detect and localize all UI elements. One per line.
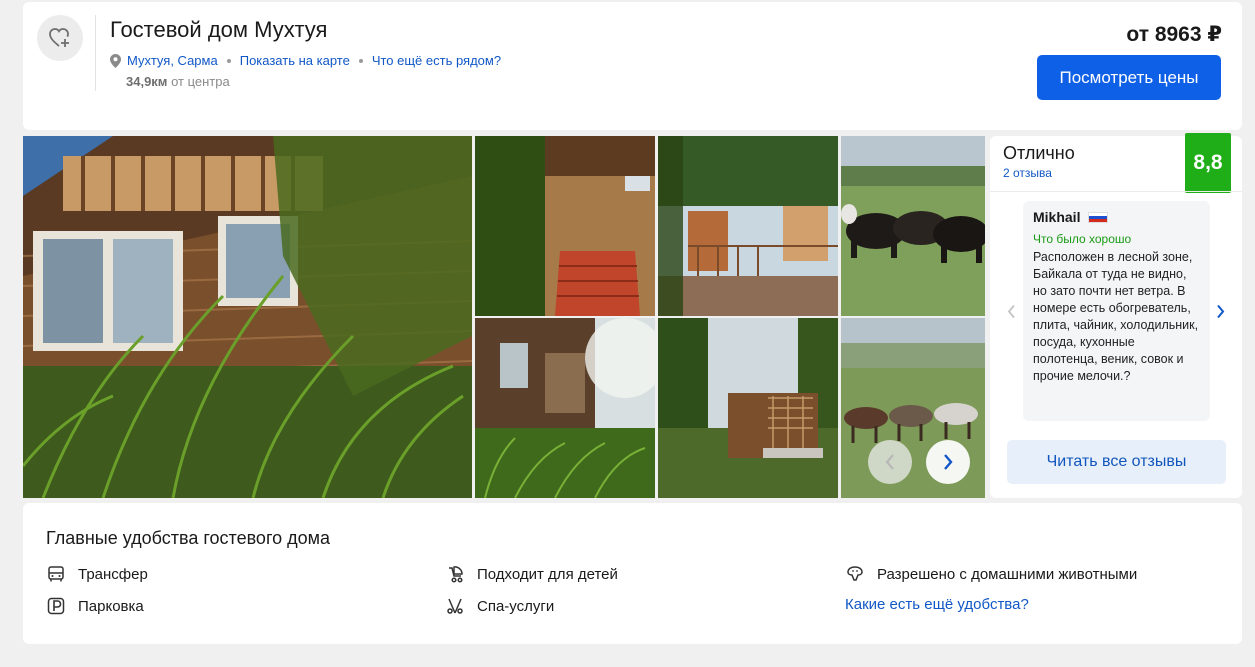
- chevron-right-icon: [944, 454, 953, 470]
- amenity-parking: Парковка: [46, 596, 144, 616]
- heart-plus-icon: [49, 28, 69, 47]
- reviews-count-link[interactable]: 2 отзыва: [1003, 166, 1052, 180]
- gallery-photo[interactable]: [475, 318, 655, 498]
- review-good-label: Что было хорошо: [1033, 232, 1132, 246]
- amenity-kids: Подходит для детей: [445, 564, 618, 584]
- price: от 8963 ₽: [1126, 22, 1222, 47]
- russia-flag-icon: [1088, 212, 1109, 223]
- review-author-row: Mikhail: [1033, 209, 1200, 226]
- rating-score-badge: 8,8: [1185, 133, 1231, 193]
- chevron-left-icon: [1007, 304, 1015, 318]
- gallery-prev-button[interactable]: [868, 440, 912, 484]
- hotel-title: Гостевой дом Мухтуя: [110, 17, 328, 42]
- amenities-title: Главные удобства гостевого дома: [46, 528, 331, 548]
- amenity-label: Парковка: [78, 597, 144, 615]
- rating-divider: [990, 191, 1242, 192]
- chevron-right-icon: [1216, 304, 1224, 318]
- price-prefix: от: [1126, 23, 1149, 46]
- more-amenities-link[interactable]: Какие есть ещё удобства?: [845, 596, 1029, 613]
- distance-from-center: 34,9км от центра: [126, 74, 230, 89]
- read-all-reviews-button[interactable]: Читать все отзывы: [1007, 440, 1226, 484]
- review-author: Mikhail: [1033, 209, 1081, 225]
- favorite-button[interactable]: [37, 15, 83, 61]
- header-divider: [95, 15, 96, 91]
- review-text: Расположен в лесной зоне, Байкала от туд…: [1033, 250, 1199, 383]
- bus-icon: [48, 566, 64, 582]
- review-next-button[interactable]: [1212, 299, 1228, 323]
- amenity-label: Разрешено с домашними животными: [877, 565, 1138, 583]
- amenity-label: Подходит для детей: [477, 565, 618, 583]
- separator-dot: [358, 58, 363, 63]
- gallery-next-button[interactable]: [926, 440, 970, 484]
- gallery-photo-main[interactable]: [23, 136, 472, 498]
- amenity-label: Спа-услуги: [477, 597, 555, 615]
- location-link[interactable]: Мухтуя, Сарма: [127, 53, 218, 68]
- gallery-photo[interactable]: [841, 136, 985, 316]
- hotel-header: Гостевой дом Мухтуя Мухтуя, Сарма Показа…: [23, 2, 1242, 130]
- map-pin-icon: [110, 53, 121, 68]
- parking-icon: [47, 597, 65, 615]
- amenity-transfer: Трансфер: [46, 564, 148, 584]
- gallery-photo[interactable]: [658, 136, 838, 316]
- rating-card: Отлично 2 отзыва 8,8 Mikhail Что было хо…: [990, 133, 1242, 498]
- spa-icon: [447, 598, 463, 614]
- separator-dot: [226, 58, 231, 63]
- photo-gallery: [23, 136, 985, 498]
- gallery-photo[interactable]: [475, 136, 655, 316]
- review-prev-button[interactable]: [1003, 299, 1019, 323]
- pet-icon: [847, 566, 863, 581]
- amenity-spa: Спа-услуги: [445, 596, 554, 616]
- amenities-section: Главные удобства гостевого дома Трансфер…: [23, 503, 1242, 644]
- rating-label: Отлично: [1003, 143, 1075, 163]
- distance-suffix: от центра: [171, 74, 230, 89]
- gallery-photo[interactable]: [658, 318, 838, 498]
- baby-stroller-icon: [449, 566, 463, 583]
- whats-nearby-link[interactable]: Что ещё есть рядом?: [372, 53, 501, 68]
- location-row: Мухтуя, Сарма Показать на карте Что ещё …: [110, 53, 501, 68]
- view-prices-button[interactable]: Посмотреть цены: [1037, 55, 1221, 100]
- distance-value: 34,9км: [126, 74, 168, 89]
- amenity-pets: Разрешено с домашними животными: [845, 564, 1137, 584]
- review-card: Mikhail Что было хорошо Расположен в лес…: [1023, 201, 1210, 421]
- chevron-left-icon: [885, 454, 894, 470]
- show-on-map-link[interactable]: Показать на карте: [240, 53, 350, 68]
- price-value: 8963 ₽: [1154, 23, 1222, 46]
- amenity-label: Трансфер: [78, 565, 148, 583]
